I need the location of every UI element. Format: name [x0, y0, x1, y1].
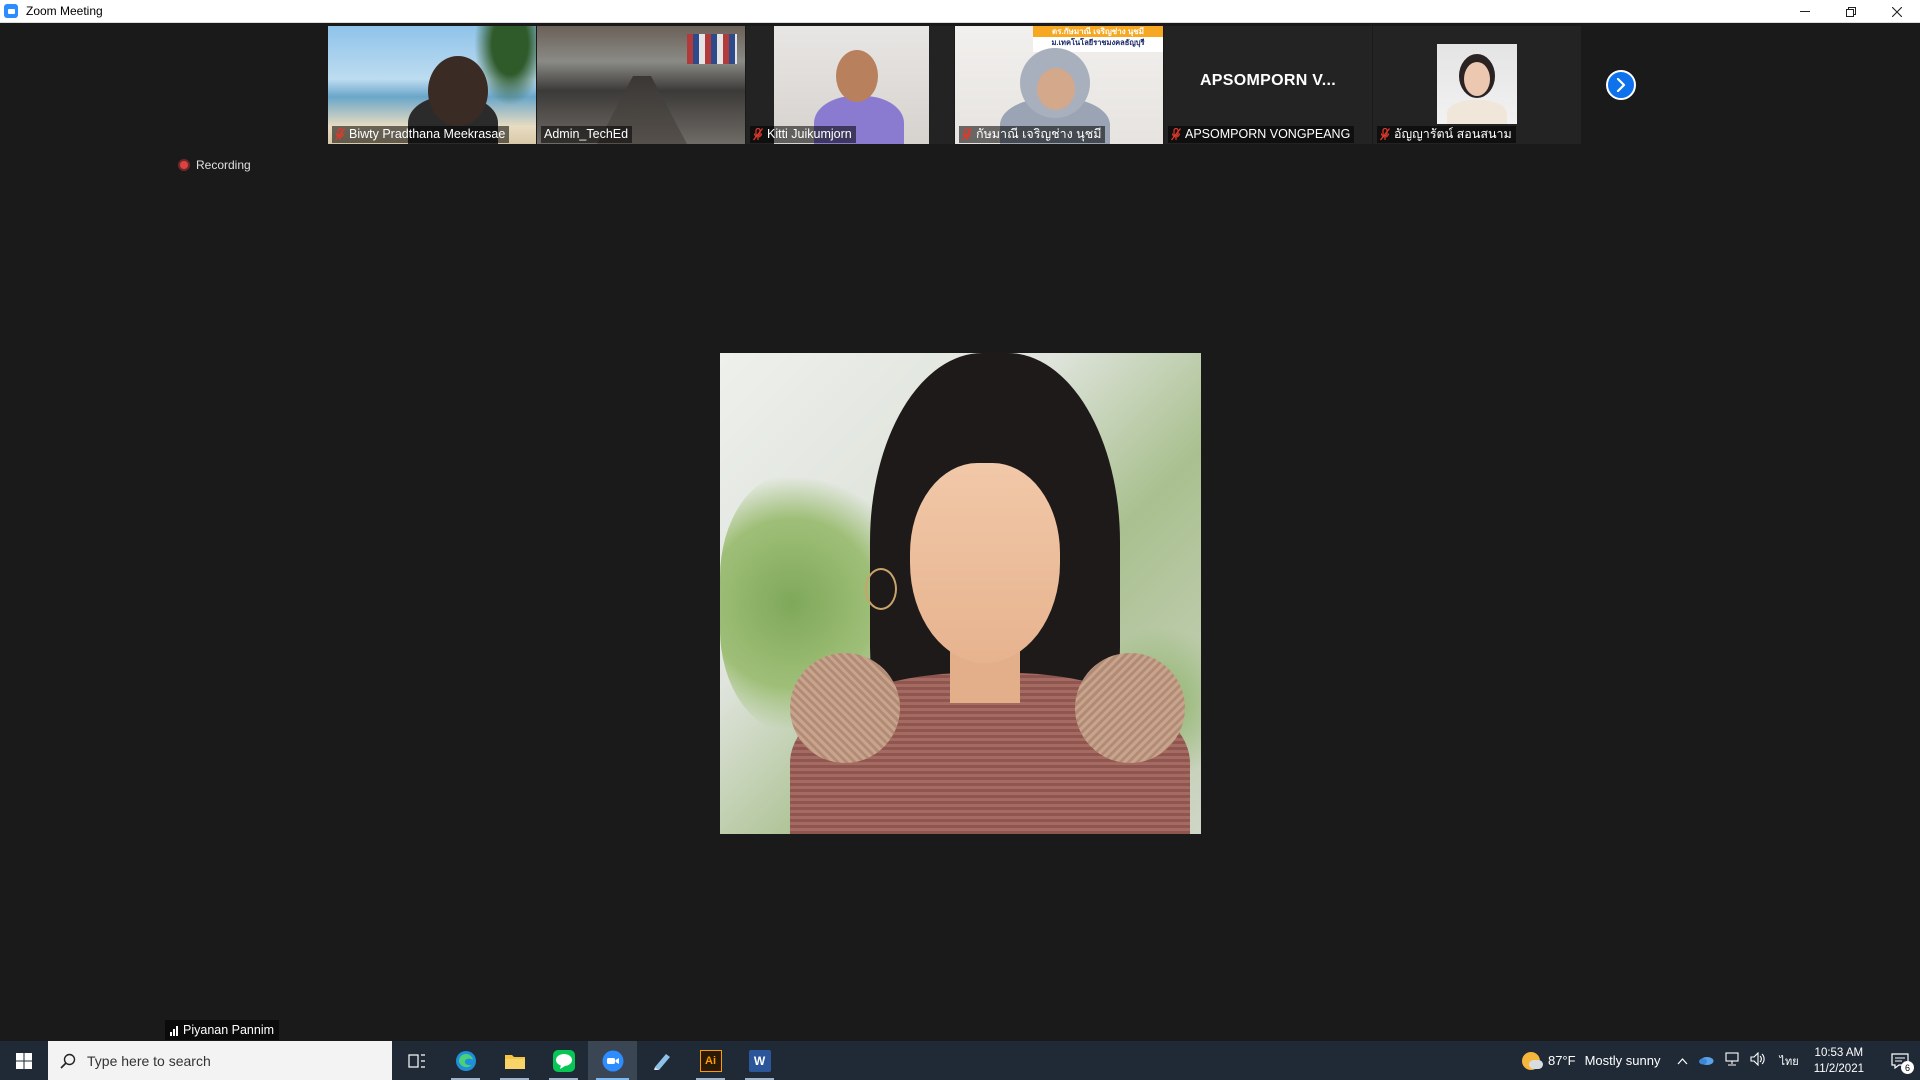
participant-avatar [1437, 44, 1517, 124]
title-bar: Zoom Meeting [0, 0, 1920, 23]
onedrive-icon[interactable] [1698, 1054, 1714, 1068]
participant-tile[interactable]: APSOMPORN V... APSOMPORN VONGPEANG [1164, 26, 1372, 144]
participant-name-label: อัญญารัตน์ สอนสนาม [1377, 126, 1516, 143]
windows-taskbar: Type here to search Ai W 87°F Mostly sun… [0, 1041, 1920, 1080]
task-view-icon [407, 1053, 425, 1068]
participant-tile[interactable]: อัญญารัตน์ สอนสนาม [1373, 26, 1581, 144]
recording-dot-icon [178, 159, 190, 171]
notification-center-button[interactable]: 6 [1880, 1041, 1920, 1080]
partly-sunny-icon [1521, 1051, 1543, 1070]
start-button[interactable] [0, 1041, 48, 1080]
notepad-app-button[interactable] [637, 1041, 686, 1080]
notification-count-badge: 6 [1901, 1061, 1914, 1074]
minimize-button[interactable] [1782, 0, 1828, 23]
weather-widget[interactable]: 87°F Mostly sunny [1521, 1051, 1660, 1070]
participant-name-label: กัษมาณี เจริญช่าง นุชมี [959, 126, 1106, 143]
mic-muted-icon [335, 128, 345, 141]
chevron-right-icon [1616, 78, 1626, 92]
word-app-button[interactable]: W [735, 1041, 784, 1080]
file-explorer-button[interactable] [490, 1041, 539, 1080]
speaker-earring [865, 568, 897, 610]
minimize-icon [1800, 11, 1810, 12]
close-button[interactable] [1874, 0, 1920, 23]
active-speaker-name-label: Piyanan Pannim [165, 1020, 280, 1040]
participant-name-label: Admin_TechEd [541, 126, 633, 143]
illustrator-icon: Ai [699, 1049, 722, 1072]
zoom-icon [602, 1050, 623, 1071]
window-title: Zoom Meeting [26, 4, 103, 18]
restore-icon [1846, 6, 1856, 17]
speaker-face [910, 463, 1060, 663]
edge-icon [455, 1050, 476, 1071]
search-icon [60, 1053, 76, 1069]
close-icon [1892, 6, 1902, 17]
illustrator-app-button[interactable]: Ai [686, 1041, 735, 1080]
recording-indicator[interactable]: Recording [178, 158, 251, 172]
taskbar-clock[interactable]: 10:53 AM 11/2/2021 [1814, 1045, 1864, 1077]
line-app-button[interactable] [539, 1041, 588, 1080]
participant-tile[interactable]: Biwty Pradthana Meekrasae [328, 26, 536, 144]
participant-tile[interactable]: Kitti Juikumjorn [746, 26, 954, 144]
restore-button[interactable] [1828, 0, 1874, 23]
taskbar-search-input[interactable]: Type here to search [48, 1041, 392, 1080]
volume-icon[interactable] [1750, 1051, 1766, 1069]
mic-muted-icon [1171, 128, 1181, 141]
notepad-icon [653, 1053, 670, 1070]
network-icon[interactable] [1724, 1052, 1740, 1069]
edge-app-button[interactable] [441, 1041, 490, 1080]
task-view-button[interactable] [392, 1041, 441, 1080]
show-hidden-icons-chevron-up-icon[interactable] [1677, 1054, 1688, 1068]
participant-tile[interactable]: ดร.กัษมาณี เจริญช่าง นุชมี ม.เทคโนโลยีรา… [955, 26, 1163, 144]
system-tray: 87°F Mostly sunny ไทย 10:53 AM 11/2/2021… [1521, 1041, 1920, 1080]
participant-name-label: Kitti Juikumjorn [750, 126, 856, 143]
participant-name-label: Biwty Pradthana Meekrasae [332, 126, 510, 143]
next-page-button[interactable] [1606, 70, 1636, 100]
flags-decoration [687, 34, 737, 64]
line-chat-icon [552, 1049, 575, 1072]
mic-muted-icon [753, 128, 763, 141]
zoom-app-button[interactable] [588, 1041, 637, 1080]
active-speaker-video[interactable] [720, 353, 1201, 834]
input-language-indicator[interactable]: ไทย [1779, 1052, 1798, 1070]
zoom-app-icon [4, 4, 18, 18]
participant-name-label: APSOMPORN VONGPEANG [1168, 126, 1355, 143]
signal-strength-icon [170, 1025, 178, 1036]
participant-strip: Biwty Pradthana Meekrasae Admin_TechEd K… [328, 26, 1581, 144]
windows-logo-icon [16, 1052, 32, 1069]
mic-muted-icon [962, 128, 972, 141]
participant-display-name: APSOMPORN V... [1199, 72, 1337, 89]
word-icon: W [748, 1049, 771, 1072]
mic-muted-icon [1380, 128, 1390, 141]
participant-tile[interactable]: Admin_TechEd [537, 26, 745, 144]
meeting-stage: Biwty Pradthana Meekrasae Admin_TechEd K… [0, 23, 1920, 1041]
window-controls [1782, 0, 1920, 23]
folder-icon [504, 1054, 525, 1069]
